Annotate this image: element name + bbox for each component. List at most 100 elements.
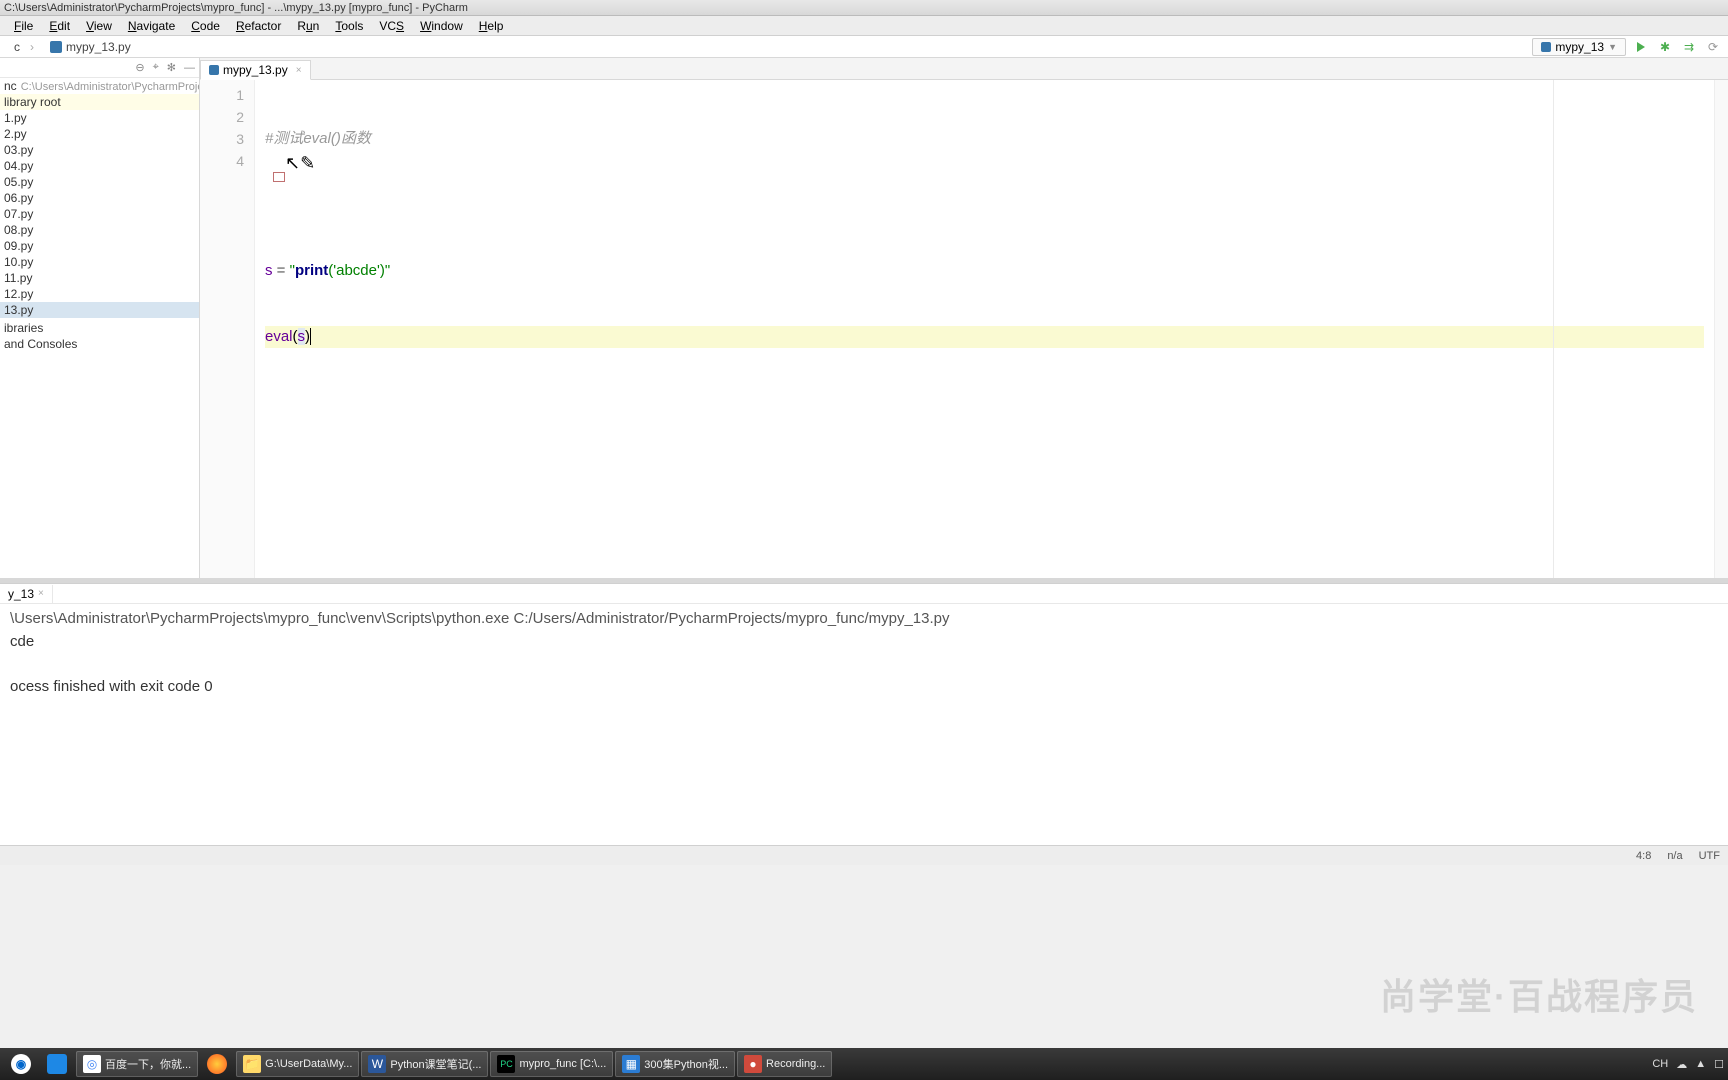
- settings-icon[interactable]: ✻: [167, 61, 176, 74]
- console-output[interactable]: \Users\Administrator\PycharmProjects\myp…: [0, 604, 1728, 845]
- console-exit-line: ocess finished with exit code 0: [10, 678, 213, 695]
- tray-icon[interactable]: ☁: [1676, 1058, 1687, 1071]
- play-icon: [1637, 42, 1645, 52]
- close-tab-icon[interactable]: ×: [296, 65, 302, 76]
- file-item-selected[interactable]: 13.py: [0, 302, 199, 318]
- run-button[interactable]: [1632, 38, 1650, 56]
- code-area[interactable]: #测试eval()函数 s = "print('abcde')" eval(s)…: [255, 80, 1714, 578]
- bug-icon: ✱: [1660, 40, 1670, 54]
- status-bar: 4:8 n/a UTF: [0, 845, 1728, 865]
- chevron-down-icon: ▼: [1608, 42, 1617, 52]
- scratches-consoles[interactable]: and Consoles: [0, 336, 199, 352]
- intention-hint-icon[interactable]: [273, 172, 285, 182]
- menu-item-help[interactable]: Help: [471, 17, 512, 35]
- file-item[interactable]: 11.py: [0, 270, 199, 286]
- close-tab-icon[interactable]: ×: [38, 588, 44, 599]
- breadcrumb-file[interactable]: mypy_13.py: [42, 38, 149, 56]
- menu-bar: File Edit View Navigate Code Refactor Ru…: [0, 16, 1728, 36]
- line-number: 4: [200, 150, 244, 172]
- collapse-all-icon[interactable]: ⊖: [135, 61, 144, 74]
- code-line: s = "print('abcde')": [265, 260, 1704, 282]
- taskbar-item-recorder[interactable]: ●Recording...: [737, 1051, 832, 1077]
- editor-column: mypy_13.py × 1 2 3 4 #测试eval()函数 s = "pr…: [200, 58, 1728, 578]
- window-title-bar: C:\Users\Administrator\PycharmProjects\m…: [0, 0, 1728, 16]
- menu-item-navigate[interactable]: Navigate: [120, 17, 183, 35]
- scroll-from-source-icon[interactable]: ⌖: [153, 61, 159, 74]
- file-item[interactable]: 12.py: [0, 286, 199, 302]
- menu-item-view[interactable]: View: [78, 17, 120, 35]
- taskbar-app-icon[interactable]: [40, 1051, 74, 1077]
- hide-icon[interactable]: —: [184, 62, 195, 74]
- library-root[interactable]: library root: [0, 94, 199, 110]
- system-tray[interactable]: CH ☁ ▲ ☐: [1652, 1058, 1724, 1071]
- editor-tab[interactable]: mypy_13.py ×: [200, 60, 311, 80]
- right-margin-ruler: [1553, 80, 1554, 578]
- breadcrumb-root[interactable]: c: [6, 38, 42, 56]
- file-item[interactable]: 2.py: [0, 126, 199, 142]
- cursor-position: 4:8: [1636, 850, 1651, 862]
- menu-item-file[interactable]: File: [6, 17, 41, 35]
- taskbar-firefox-icon[interactable]: [200, 1051, 234, 1077]
- project-sidebar: ⊖ ⌖ ✻ — ncC:\Users\Administrator\Pycharm…: [0, 58, 200, 578]
- menu-item-vcs[interactable]: VCS: [371, 17, 412, 35]
- windows-taskbar: ◉ ◎百度一下，你就... 📁G:\UserData\My... WPython…: [0, 1048, 1728, 1080]
- tray-overflow-icon[interactable]: ▲: [1695, 1058, 1706, 1070]
- line-sep-indicator[interactable]: n/a: [1667, 850, 1682, 862]
- file-item[interactable]: 09.py: [0, 238, 199, 254]
- line-number: 1: [200, 84, 244, 106]
- file-item[interactable]: 07.py: [0, 206, 199, 222]
- taskbar-start-icon[interactable]: ◉: [4, 1051, 38, 1077]
- error-stripe[interactable]: [1714, 80, 1728, 578]
- menu-item-refactor[interactable]: Refactor: [228, 17, 289, 35]
- line-number: 2: [200, 106, 244, 128]
- menu-item-code[interactable]: Code: [183, 17, 228, 35]
- taskbar-item-video[interactable]: ▦300集Python视...: [615, 1051, 735, 1077]
- sidebar-toolbar: ⊖ ⌖ ✻ —: [0, 58, 199, 78]
- run-config-selector[interactable]: mypy_13 ▼: [1532, 38, 1626, 56]
- tray-icon[interactable]: ☐: [1714, 1058, 1724, 1071]
- console-stdout: cde: [10, 633, 34, 650]
- console-tab[interactable]: y_13 ×: [0, 585, 53, 603]
- tray-lang[interactable]: CH: [1652, 1058, 1668, 1070]
- watermark: 尚学堂·百战程序员: [1380, 968, 1698, 1020]
- file-item[interactable]: 05.py: [0, 174, 199, 190]
- menu-item-edit[interactable]: Edit: [41, 17, 78, 35]
- external-libraries[interactable]: ibraries: [0, 320, 199, 336]
- editor-tab-bar: mypy_13.py ×: [200, 58, 1728, 80]
- coverage-icon: ⇉: [1684, 40, 1694, 54]
- menu-item-window[interactable]: Window: [412, 17, 471, 35]
- file-item[interactable]: 06.py: [0, 190, 199, 206]
- project-tree-root[interactable]: ncC:\Users\Administrator\PycharmProject: [0, 78, 199, 94]
- run-console: y_13 × \Users\Administrator\PycharmProje…: [0, 583, 1728, 845]
- taskbar-item-browser[interactable]: ◎百度一下，你就...: [76, 1051, 198, 1077]
- python-file-icon: [50, 41, 62, 53]
- run-controls: mypy_13 ▼ ✱ ⇉ ⟳: [1532, 38, 1722, 56]
- menu-item-run[interactable]: Run: [289, 17, 327, 35]
- breadcrumb: c mypy_13.py: [6, 38, 149, 56]
- window-title: C:\Users\Administrator\PycharmProjects\m…: [4, 2, 468, 14]
- line-number: 3: [200, 128, 244, 150]
- file-item[interactable]: 10.py: [0, 254, 199, 270]
- file-item[interactable]: 1.py: [0, 110, 199, 126]
- file-item[interactable]: 08.py: [0, 222, 199, 238]
- python-file-icon: [1541, 42, 1551, 52]
- stop-button[interactable]: ⟳: [1704, 38, 1722, 56]
- main-content-row: ⊖ ⌖ ✻ — ncC:\Users\Administrator\Pycharm…: [0, 58, 1728, 578]
- file-item[interactable]: 03.py: [0, 142, 199, 158]
- taskbar-item-pycharm[interactable]: PCmypro_func [C:\...: [490, 1051, 613, 1077]
- debug-button[interactable]: ✱: [1656, 38, 1674, 56]
- stop-icon: ⟳: [1708, 40, 1718, 54]
- line-gutter: 1 2 3 4: [200, 80, 255, 578]
- taskbar-item-word[interactable]: WPython课堂笔记(...: [361, 1051, 488, 1077]
- code-line: #测试eval()函数: [265, 128, 1704, 150]
- console-tabs: y_13 ×: [0, 584, 1728, 604]
- file-item[interactable]: 04.py: [0, 158, 199, 174]
- run-with-coverage-button[interactable]: ⇉: [1680, 38, 1698, 56]
- editor-body[interactable]: 1 2 3 4 #测试eval()函数 s = "print('abcde')"…: [200, 80, 1728, 578]
- encoding-indicator[interactable]: UTF: [1699, 850, 1720, 862]
- code-line: [265, 194, 1704, 216]
- python-file-icon: [209, 65, 219, 75]
- project-tree[interactable]: ncC:\Users\Administrator\PycharmProject …: [0, 78, 199, 578]
- menu-item-tools[interactable]: Tools: [327, 17, 371, 35]
- taskbar-item-explorer[interactable]: 📁G:\UserData\My...: [236, 1051, 359, 1077]
